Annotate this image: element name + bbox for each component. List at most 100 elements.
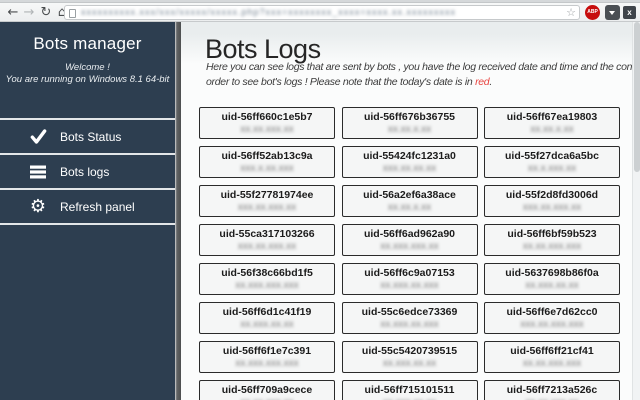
os-info-text: You are running on Windows 8.1 64-bit: [5, 74, 170, 85]
x-extension-icon[interactable]: x: [623, 6, 636, 19]
bot-ip-blurred: xx.xxx.xxx.xxx: [235, 280, 299, 291]
chevron-down-icon: [609, 11, 615, 15]
bot-uid: uid-56ff6bf59b523: [507, 228, 597, 240]
bot-ip-blurred: xx.xx.xxx.xxx: [522, 358, 582, 369]
bot-card[interactable]: uid-56ff6e7d62cc0 xxx.xx.xxx.xxx: [484, 302, 620, 334]
bot-card[interactable]: uid-56ff660c1e5b7 xx.xx.xxx.xx: [199, 107, 335, 139]
bot-uid: uid-55f2d8fd3006d: [505, 189, 599, 201]
address-bar[interactable]: xxxxxxxxxx.xxx/xxx/xxxxx/xxxxx.php?xxx=x…: [64, 5, 580, 20]
bot-uid: uid-56ff52ab13c9a: [221, 150, 313, 162]
bot-ip-blurred: xx.xxx.xx.xx: [382, 358, 437, 369]
bot-card[interactable]: uid-56ff52ab13c9a xxx.x.xx.xxx: [199, 146, 335, 178]
bot-card[interactable]: uid-55f27dca6a5bc xx.x.xxx.xx: [484, 146, 620, 178]
bot-ip-blurred: xx.xxx.xx.xx: [240, 319, 294, 330]
welcome-text: Welcome !: [65, 62, 110, 73]
check-icon: [28, 129, 48, 144]
bot-uid: uid-56ff6ad962a90: [363, 228, 456, 240]
forward-icon[interactable]: →: [21, 4, 37, 21]
bot-ip-blurred: xx.xx.xxx.xxx: [522, 241, 582, 252]
bot-card[interactable]: uid-55f2d8fd3006d xxx.xx.xxx.xx: [484, 185, 620, 217]
bot-uid: uid-56ff6d1c41f19: [222, 306, 312, 318]
bot-uid: uid-56ff67ea19803: [506, 111, 598, 123]
bot-card[interactable]: uid-56ff6ad962a90 xx.xxx.xxx.xx: [341, 224, 478, 256]
bot-card[interactable]: uid-56ff6ff21cf41 xx.xx.xxx.xxx: [484, 341, 620, 373]
bot-ip-blurred: xx.xx.x.xx: [387, 124, 432, 135]
list-icon: [28, 165, 48, 179]
bot-card[interactable]: uid-56ff6f1e7c391 xx.xxx.xxx.xxx: [199, 341, 335, 373]
sidebar-item-label: Bots Status: [60, 129, 122, 144]
bot-ip-blurred: xxx.xx.xxx.xx: [522, 202, 582, 213]
bot-card[interactable]: uid-56ff676b36755 xx.xx.x.xx: [341, 107, 478, 139]
reload-icon[interactable]: ↻: [38, 4, 54, 21]
bot-ip-blurred: xx.xx.x.xx: [530, 124, 574, 135]
app-title: Bots manager: [33, 34, 142, 53]
bot-uid: uid-55424fc1231a0: [363, 150, 456, 162]
bot-card[interactable]: uid-56f38c66bd1f5 xx.xxx.xxx.xxx: [199, 263, 335, 295]
browser-toolbar: ← → ↻ ⌂ xxxxxxxxxx.xxx/xxx/xxxxx/xxxxx.p…: [0, 3, 640, 22]
bot-uid: uid-56ff6c9a07153: [364, 267, 455, 279]
bot-ip-blurred: xx.xxx.xx.xxx: [380, 280, 439, 291]
sidebar-item-label: Bots logs: [60, 164, 110, 179]
bot-uid: uid-55c5420739515: [361, 345, 458, 357]
red-highlight: red: [475, 76, 490, 88]
bot-ip-blurred: xx.xxx.xxx.xxx: [235, 358, 299, 369]
back-icon[interactable]: ←: [5, 4, 21, 21]
bot-uid: uid-56ff7213a526c: [506, 384, 598, 396]
bot-ip-blurred: xxx.xx.xxx.xxx: [520, 319, 584, 330]
bot-card[interactable]: uid-56ff715101511xx.xxx.xx.xx: [341, 380, 478, 400]
url-text-blurred: xxxxxxxxxx.xxx/xxx/xxxxx/xxxxx.php?xxx=x…: [81, 7, 457, 17]
bookmark-star-icon[interactable]: ☆: [566, 6, 576, 20]
sidebar-item-label: Refresh panel: [60, 199, 135, 214]
bot-uid: uid-56ff709a9cece: [221, 384, 313, 396]
bot-card[interactable]: uid-56a2ef6a38ace xx.xx.x.xx: [341, 185, 478, 217]
sidebar-item-bots-logs[interactable]: Bots logs: [0, 155, 175, 188]
bot-card[interactable]: uid-5637698b86f0a xx.xxx.xx.xx: [484, 263, 620, 295]
bot-uid: uid-55ca317103266: [219, 228, 315, 240]
sidebar-item-refresh-panel[interactable]: ⚙ Refresh panel: [0, 190, 175, 223]
scrollbar-thumb[interactable]: [634, 22, 640, 172]
bot-ip-blurred: xx.xxx.xxx.xx: [380, 241, 439, 252]
page-doc-icon: [69, 9, 76, 18]
sidebar: Bots manager Welcome ! You are running o…: [0, 22, 175, 400]
bot-card[interactable]: uid-55c5420739515 xx.xxx.xx.xx: [341, 341, 478, 373]
sidebar-item-bots-status[interactable]: Bots Status: [0, 120, 175, 153]
description-line2: order to see bot's logs ! Please note th…: [206, 76, 492, 88]
bot-ip-blurred: xx.xxx.xx.xx: [525, 280, 579, 291]
bot-card[interactable]: uid-56ff6bf59b523 xx.xx.xxx.xxx: [484, 224, 620, 256]
bot-ip-blurred: xxx.xx.xx.xx: [382, 163, 437, 174]
bot-card[interactable]: uid-56ff67ea19803 xx.xx.x.xx: [484, 107, 620, 139]
bot-uid: uid-56f38c66bd1f5: [221, 267, 313, 279]
adblock-plus-icon[interactable]: ABP: [585, 5, 600, 20]
bot-ip-blurred: xx.xxx.xx.xxx: [380, 319, 439, 330]
divider: [0, 223, 175, 225]
bot-ip-blurred: xx.xx.x.xx: [387, 202, 432, 213]
bot-card[interactable]: uid-55ca317103266 xxx.xx.xxx.xx: [199, 224, 335, 256]
bot-uid: uid-56ff660c1e5b7: [221, 111, 313, 123]
page-scrollbar[interactable]: [632, 22, 640, 400]
gear-icon: ⚙: [29, 195, 47, 217]
bot-card[interactable]: uid-55c6edce73369 xx.xxx.xx.xxx: [341, 302, 478, 334]
bot-ip-blurred: xxx.x.xx.xxx: [240, 163, 294, 174]
description-line1: Here you can see logs that are sent by b…: [206, 61, 640, 73]
bot-uid: uid-56ff715101511: [364, 384, 455, 396]
bot-uid: uid-56ff6ff21cf41: [510, 345, 594, 357]
chevron-extension-icon[interactable]: [605, 5, 620, 20]
bot-card[interactable]: uid-56ff6d1c41f19 xx.xxx.xx.xx: [199, 302, 335, 334]
bot-uid: uid-56ff676b36755: [363, 111, 456, 123]
bot-ip-blurred: xxx.xx.xxx.xx: [237, 241, 297, 252]
bot-card[interactable]: uid-55424fc1231a0 xxx.xx.xx.xx: [341, 146, 478, 178]
bot-ip-blurred: xx.xx.xxx.xx: [240, 124, 294, 135]
bot-uid: uid-55f27781974ee: [220, 189, 314, 201]
bot-card[interactable]: uid-55f27781974ee xxx.xx.xxx.xx: [199, 185, 335, 217]
bot-card[interactable]: uid-56ff6c9a07153 xx.xxx.xx.xxx: [341, 263, 478, 295]
bot-uid: uid-5637698b86f0a: [505, 267, 599, 279]
bot-card[interactable]: uid-56ff7213a526cxx.xx.xxx.xx: [484, 380, 620, 400]
bot-card[interactable]: uid-56ff709a9cecexx.xx.xxx.xx: [199, 380, 335, 400]
bot-uid: uid-56a2ef6a38ace: [363, 189, 456, 201]
bot-uid: uid-55f27dca6a5bc: [505, 150, 599, 162]
bot-ip-blurred: xx.x.xxx.xx: [527, 163, 577, 174]
bot-uid: uid-56ff6e7d62cc0: [506, 306, 598, 318]
bot-ip-blurred: xxx.xx.xxx.xx: [237, 202, 297, 213]
bots-grid: uid-56ff660c1e5b7 xx.xx.xxx.xx uid-56ff676…: [199, 107, 620, 400]
bot-uid: uid-55c6edce73369: [361, 306, 458, 318]
